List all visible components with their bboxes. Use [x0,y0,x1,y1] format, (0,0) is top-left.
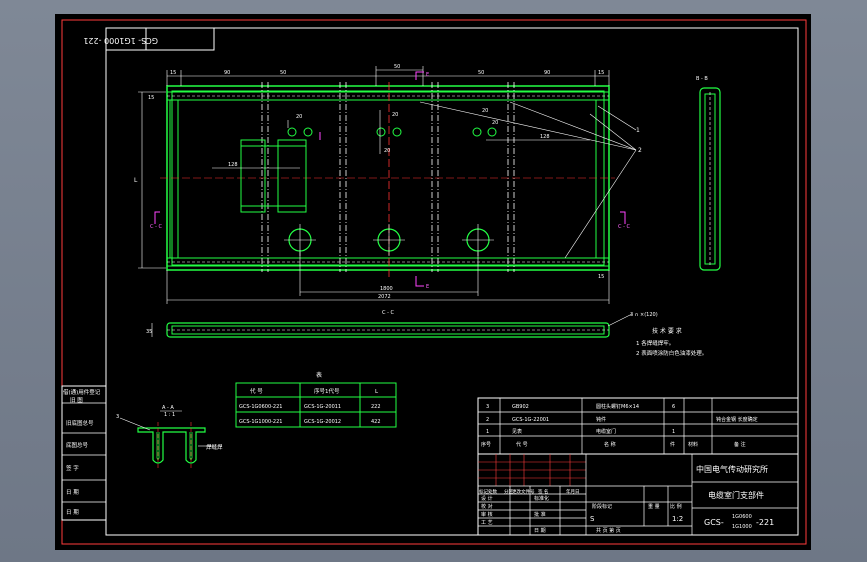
dim-50-left: 50 [280,70,286,76]
variant-row-2-part: GCS-1G-20012 [304,419,341,425]
callout-1: 1 [636,127,640,134]
tb-code-suffix: -221 [756,518,774,527]
dim-20e: 20 [492,120,498,126]
tb-code-sub2: 1G1000 [732,524,752,530]
callout-3: 3 [116,414,119,420]
tb-role-process: 工 艺 [481,520,493,526]
tb-role-design: 设 计 [481,495,493,502]
tb-scale-value: 1:2 [672,515,683,523]
side-item-reg: 借(通)用件登记 [63,388,101,396]
tb-date-label: 日 期 [534,528,546,534]
dim-35: 35 [146,329,152,335]
tb-label-sign: 签 名 [538,488,548,495]
tb-approve-label: 批 准 [534,511,546,518]
view-aa-label: A - A [162,405,174,411]
parts-row-1-name: 圆柱头螺钉M6×14 [596,403,639,410]
side-item-sign: 签 字 [66,464,79,472]
parts-header-name: 名 称 [604,441,616,448]
dim-2072: 2072 [378,294,391,300]
tb-code-main: GCS- [704,518,724,527]
parts-row-3-name: 电缆室门 [596,428,616,435]
dim-15-right: 15 [598,70,604,76]
parts-row-3-code: 见表 [512,428,522,435]
dim-128-right: 128 [540,134,550,140]
tb-sheet-info: 共 页 第 页 [596,527,621,534]
view-aa-scale: 1 : 1 [164,412,175,418]
variant-row-1-code: GCS-1G0600-221 [239,404,282,410]
dim-20c: 20 [384,148,390,154]
weld-note: 3 ∩ ×(120) [630,312,658,318]
tb-institute: 中国电气传动研究所 [696,464,768,474]
parts-header-note: 备 注 [734,441,746,448]
dim-50: 50 [394,64,400,70]
tb-scale-label: 比 例 [670,503,682,510]
parts-row-1-qty: 6 [672,404,675,410]
section-e-bottom: E [426,284,429,290]
section-c-left: C - C [150,224,162,230]
tech-line-1: 1 各焊缝焊牢。 [636,339,674,347]
variant-table-title: 表 [316,371,322,379]
side-item-base: 底图总号 [66,441,89,449]
parts-header-code: 代 号 [516,441,528,448]
parts-row-3-qty: 1 [672,429,675,435]
parts-row-2-no: 2 [486,417,489,423]
variant-row-1-part: GCS-1G-20011 [304,404,341,410]
parts-row-2-note: 钝合金钢 长度确定 [716,416,758,423]
variant-row-2-code: GCS-1G1000-221 [239,419,282,425]
dim-50-right: 50 [478,70,484,76]
variant-row-2-l: 422 [371,419,381,425]
parts-row-2-name: 钝件 [596,416,606,423]
tb-stage-mark: S [590,515,595,523]
tb-role-review: 审 核 [481,511,493,518]
variant-row-1-l: 222 [371,404,381,410]
tech-line-2: 2 表面喷涂防白色油漆处理。 [636,349,707,357]
parts-header-mat: 材料 [688,441,698,448]
tb-weight-label: 重 量 [648,503,660,510]
view-bb-label: B - B [696,76,708,82]
dim-90-left: 90 [224,70,230,76]
dim-90-right: 90 [544,70,550,76]
parts-row-1-code: GB902 [512,404,529,410]
parts-row-3-no: 1 [486,429,489,435]
dim-20b: 20 [392,112,398,118]
tb-role-check: 校 对 [481,503,493,510]
section-e-top: E [426,72,429,78]
tb-label-file: 更改文件号 [512,488,535,495]
side-item-old: 旧底图总号 [66,419,94,427]
side-item-date2: 日 期 [66,509,79,516]
dim-128-left: 128 [228,162,238,168]
dim-15-v: 15 [148,95,154,101]
tech-title: 技 术 要 求 [652,327,682,335]
tb-code-sub1: 1G0600 [732,514,752,520]
dim-20d: 20 [482,108,488,114]
variant-header-code: 代 号 [250,387,263,395]
weld-label: 焊缝焊 [206,443,223,451]
section-c-right: C - C [618,224,630,230]
tb-part-name: 电缆室门支部件 [708,490,764,500]
dim-20a: 20 [296,114,302,120]
stamp-text: GCS- 1G1000 -221 [83,36,158,45]
cad-viewport: GCS- 1G1000 -221 15 90 50 90 15 50 50 L … [0,0,867,562]
side-header: 旧 图 [70,396,83,404]
parts-row-1-no: 3 [486,404,489,410]
variant-header-part: 序号1代号 [314,387,340,395]
parts-row-2-code: GCS-1G-22001 [512,417,549,423]
callout-2: 2 [638,147,642,154]
tb-std-label: 标准化 [534,495,549,502]
side-item-date: 日 期 [66,489,79,496]
parts-header-no: 序号 [481,441,491,448]
dim-1800: 1800 [380,286,393,292]
dim-15-b: 15 [598,274,604,280]
view-cc-label: C - C [382,310,394,316]
dim-15-left: 15 [170,70,176,76]
tb-stage-label: 阶段标记 [592,503,612,510]
tb-label-count: 处数 [488,488,497,495]
tb-label-date: 年月日 [566,488,580,495]
parts-header-qty: 件 [670,441,675,448]
cad-drawing-canvas[interactable]: GCS- 1G1000 -221 15 90 50 90 15 50 50 L … [0,0,867,562]
